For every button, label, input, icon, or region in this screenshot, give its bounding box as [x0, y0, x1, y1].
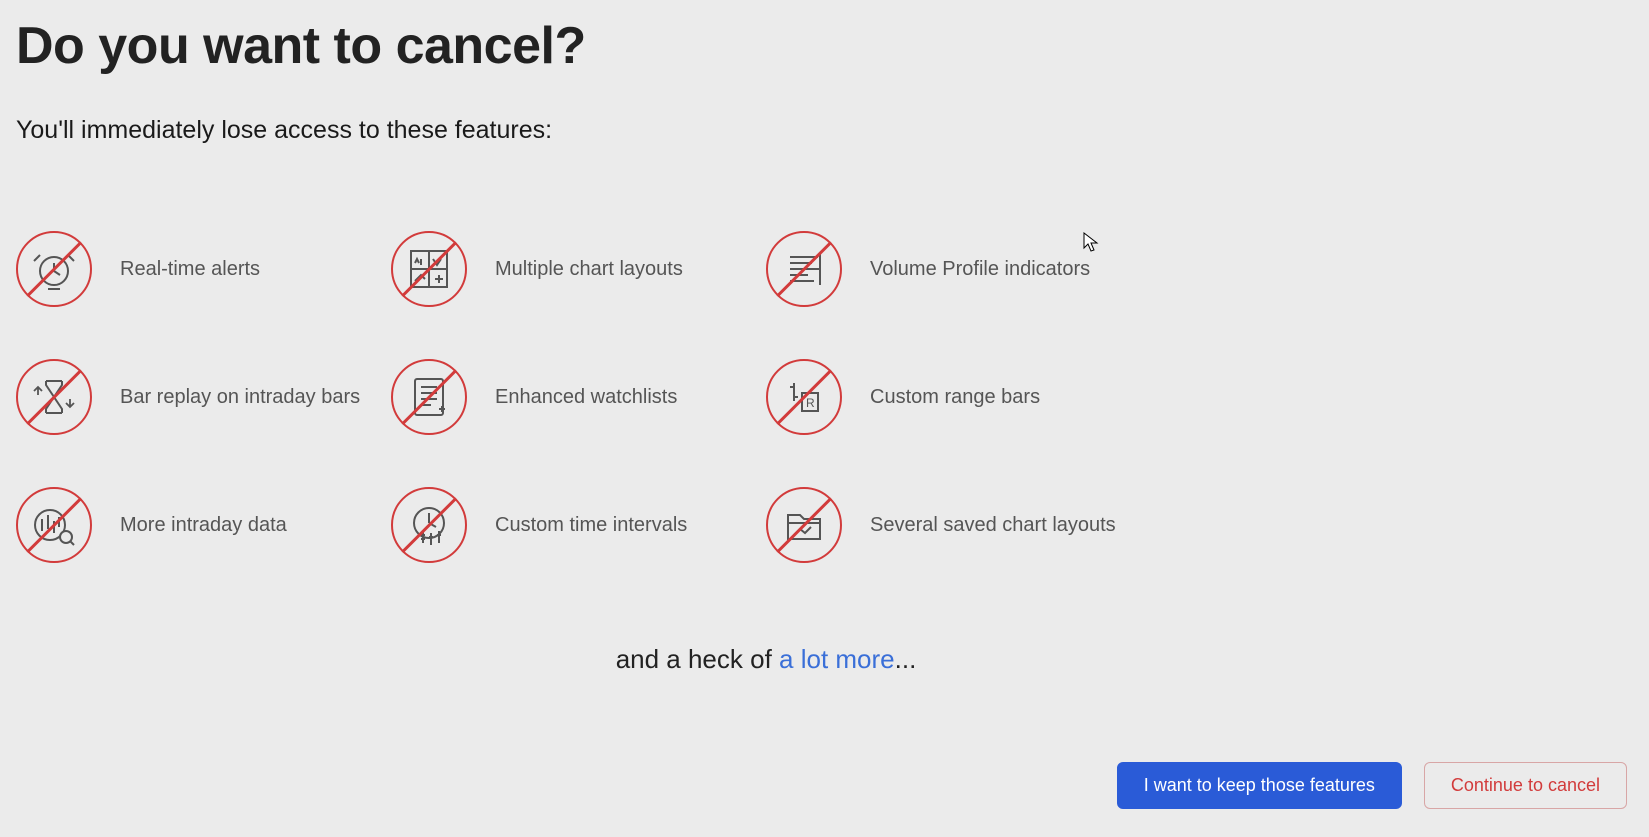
feature-item: Volume Profile indicators — [766, 205, 1141, 333]
feature-item: More intraday data — [16, 461, 391, 589]
footer-more-link[interactable]: a lot more — [779, 644, 895, 674]
hourglass-icon — [16, 359, 92, 435]
feature-label: Several saved chart layouts — [870, 514, 1116, 537]
feature-item: R Custom range bars — [766, 333, 1141, 461]
feature-item: Several saved chart layouts — [766, 461, 1141, 589]
range-bars-icon: R — [766, 359, 842, 435]
intraday-icon — [16, 487, 92, 563]
feature-label: Custom range bars — [870, 386, 1040, 409]
keep-features-button[interactable]: I want to keep those features — [1117, 762, 1402, 809]
footer-suffix: ... — [895, 644, 917, 674]
feature-item: Multiple chart layouts — [391, 205, 766, 333]
subtitle: You'll immediately lose access to these … — [16, 116, 1633, 145]
feature-item: Real-time alerts — [16, 205, 391, 333]
feature-label: More intraday data — [120, 514, 287, 537]
feature-item: Bar replay on intraday bars — [16, 333, 391, 461]
clock-alert-icon — [16, 231, 92, 307]
volume-profile-icon — [766, 231, 842, 307]
footer-more-text: and a heck of a lot more... — [406, 644, 1126, 675]
svg-text:R: R — [806, 396, 815, 410]
features-grid: Real-time alerts Multiple chart layouts — [16, 205, 1633, 589]
list-icon — [391, 359, 467, 435]
feature-label: Bar replay on intraday bars — [120, 386, 360, 409]
feature-label: Custom time intervals — [495, 514, 687, 537]
feature-label: Volume Profile indicators — [870, 258, 1090, 281]
footer-prefix: and a heck of — [616, 644, 779, 674]
page-title: Do you want to cancel? — [16, 16, 1633, 76]
feature-label: Multiple chart layouts — [495, 258, 683, 281]
feature-label: Enhanced watchlists — [495, 386, 677, 409]
feature-item: Custom time intervals — [391, 461, 766, 589]
button-row: I want to keep those features Continue t… — [1117, 762, 1627, 809]
time-interval-icon — [391, 487, 467, 563]
continue-cancel-button[interactable]: Continue to cancel — [1424, 762, 1627, 809]
feature-label: Real-time alerts — [120, 258, 260, 281]
grid-chart-icon — [391, 231, 467, 307]
folder-chart-icon — [766, 487, 842, 563]
feature-item: Enhanced watchlists — [391, 333, 766, 461]
